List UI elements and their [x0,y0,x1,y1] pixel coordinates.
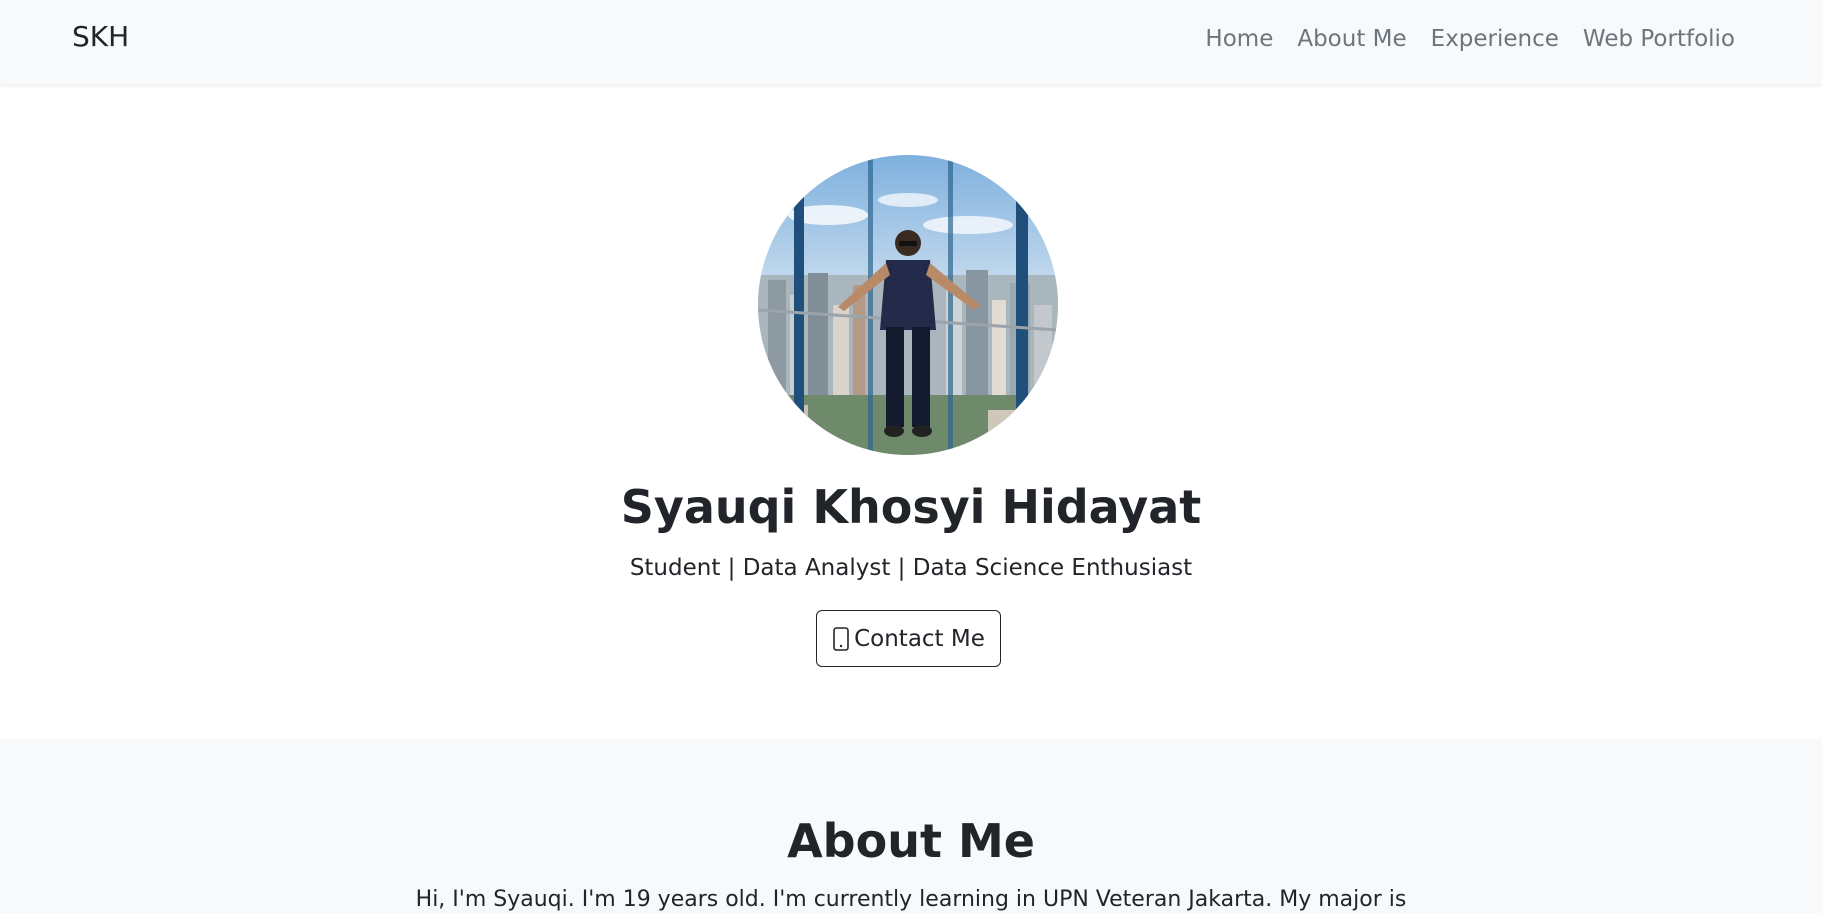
about-title: About Me [787,814,1035,868]
profile-tagline: Student | Data Analyst | Data Science En… [629,555,1193,581]
phone-icon [832,626,850,651]
about-section: About Me Hi, I'm Syauqi. I'm 19 years ol… [0,739,1822,913]
nav-link-home[interactable]: Home [1205,28,1273,51]
hero-section: Syauqi Khosyi Hidayat Student | Data Ana… [0,84,1822,739]
navbar: SKH Home About Me Experience Web Portfol… [0,0,1822,84]
about-text: Hi, I'm Syauqi. I'm 19 years old. I'm cu… [415,887,1407,912]
nav-link-web-portfolio[interactable]: Web Portfolio [1583,28,1735,51]
contact-me-button[interactable]: Contact Me [816,610,1001,667]
brand-link[interactable]: SKH [72,23,129,51]
profile-name: Syauqi Khosyi Hidayat [620,480,1202,534]
nav-link-experience[interactable]: Experience [1431,28,1559,51]
nav-links: Home About Me Experience Web Portfolio [1205,28,1735,51]
contact-me-label: Contact Me [854,625,985,652]
nav-link-about-me[interactable]: About Me [1297,28,1406,51]
profile-photo [758,155,1058,455]
